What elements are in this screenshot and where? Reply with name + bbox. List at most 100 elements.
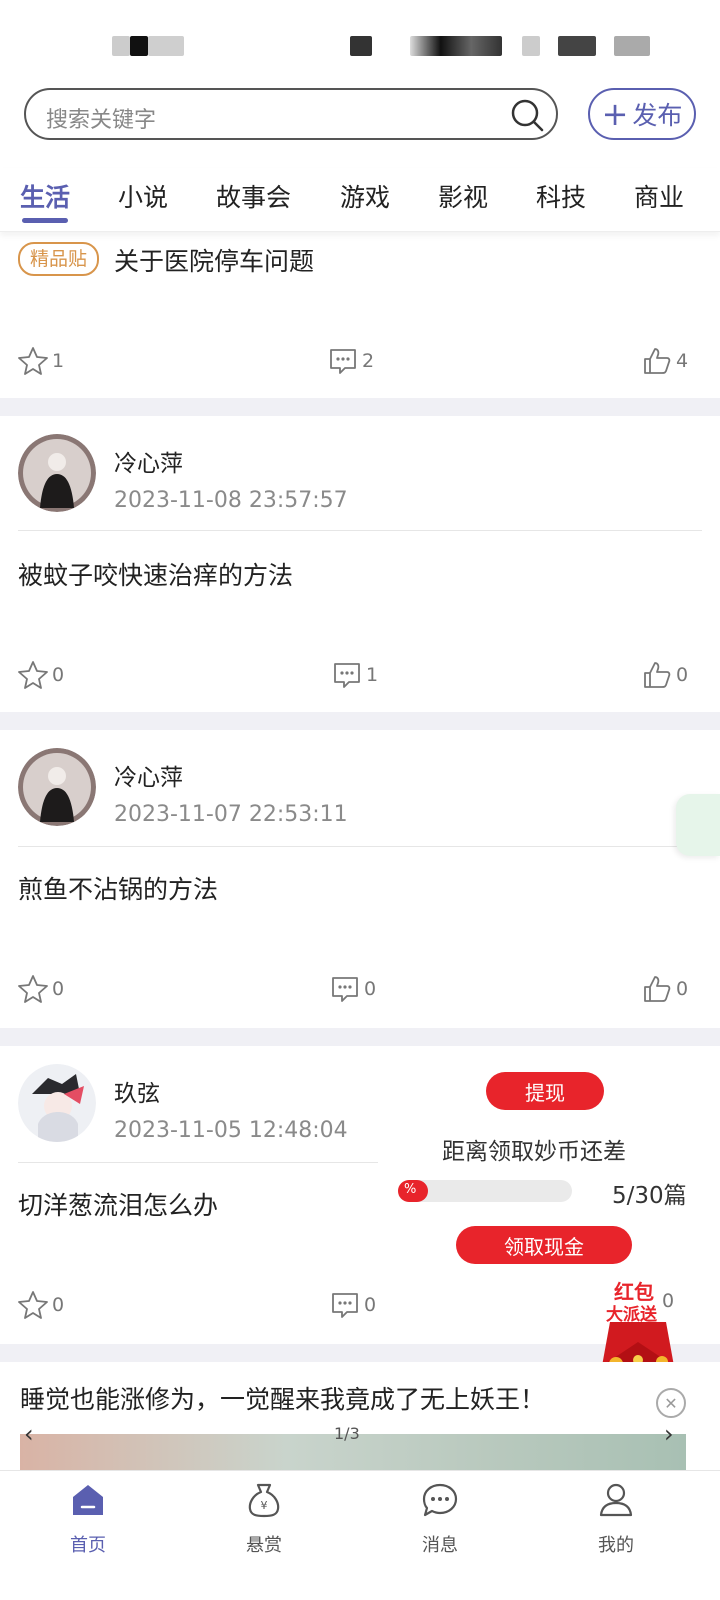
favorite-button[interactable]: 0: [18, 1290, 64, 1320]
money-bag-icon: ¥: [248, 1483, 280, 1518]
status-blob: [522, 36, 540, 56]
like-button[interactable]: 4: [642, 346, 688, 376]
post-card[interactable]: 精品贴 关于医院停车问题 1 2 4: [0, 232, 720, 398]
ad-title[interactable]: 睡觉也能涨修为，一觉醒来我竟成了无上妖王！: [20, 1380, 545, 1416]
comment-button[interactable]: 1: [332, 660, 378, 690]
home-icon: [73, 1485, 103, 1515]
bottom-navigation: 首页 ¥ 悬赏 消息 我的: [0, 1470, 720, 1600]
avatar[interactable]: [18, 1064, 96, 1142]
like-button[interactable]: 0: [642, 974, 688, 1004]
comment-count: 2: [362, 350, 375, 372]
comment-count: 0: [364, 1294, 377, 1316]
ad-banner[interactable]: 睡觉也能涨修为，一觉醒来我竟成了无上妖王！ ✕ ‹ 1/3 ›: [0, 1362, 720, 1472]
ad-prev-arrow[interactable]: ‹: [24, 1420, 34, 1448]
comment-icon: [330, 349, 356, 374]
reward-progress-text: 距离领取妙币还差: [442, 1139, 626, 1165]
comment-button[interactable]: 2: [328, 346, 374, 376]
progress-percent-symbol: %: [404, 1182, 417, 1197]
like-count: 0: [676, 978, 689, 1000]
like-count: 0: [676, 664, 689, 686]
comment-count: 1: [366, 664, 379, 686]
profile-icon: [599, 1483, 633, 1517]
favorite-count: 0: [52, 1294, 65, 1316]
nav-messages-label: 消息: [422, 1535, 458, 1556]
star-icon: [18, 347, 48, 375]
comment-icon: [332, 977, 358, 1002]
card-separator: [0, 712, 720, 730]
post-time: 2023-11-07 22:53:11: [114, 802, 348, 827]
nav-home[interactable]: 首页: [28, 1481, 148, 1557]
author-name[interactable]: 冷心萍: [114, 444, 183, 478]
featured-badge: 精品贴: [18, 242, 100, 276]
divider: [18, 846, 702, 847]
avatar[interactable]: [18, 748, 96, 826]
status-blob: [112, 36, 130, 56]
star-icon: [18, 975, 48, 1003]
thumbs-up-icon: [644, 348, 671, 374]
tab-game[interactable]: 游戏: [340, 178, 390, 214]
post-time: 2023-11-08 23:57:57: [114, 488, 348, 513]
search-placeholder: 搜索关键字: [46, 108, 157, 133]
post-title[interactable]: 切洋葱流泪怎么办: [18, 1186, 218, 1222]
withdraw-button[interactable]: 提现: [486, 1072, 604, 1110]
search-input[interactable]: 搜索关键字: [24, 88, 558, 140]
favorite-count: 1: [52, 350, 65, 372]
svg-text:¥: ¥: [261, 1499, 268, 1512]
tab-tech[interactable]: 科技: [536, 178, 586, 214]
message-icon: [422, 1483, 458, 1517]
post-title[interactable]: 煎鱼不沾锅的方法: [18, 870, 218, 906]
author-name[interactable]: 玖弦: [114, 1074, 160, 1108]
author-name[interactable]: 冷心萍: [114, 758, 183, 792]
status-bar: [0, 0, 720, 84]
tab-novel[interactable]: 小说: [118, 178, 168, 214]
status-blob: [148, 36, 184, 56]
tab-life[interactable]: 生活: [20, 178, 70, 214]
favorite-button[interactable]: 0: [18, 660, 64, 690]
nav-profile[interactable]: 我的: [556, 1481, 676, 1557]
ad-close-button[interactable]: ✕: [656, 1388, 686, 1418]
post-title[interactable]: 被蚊子咬快速治痒的方法: [18, 556, 293, 592]
comment-icon: [334, 663, 360, 688]
like-count: 4: [676, 350, 689, 372]
red-packet-widget[interactable]: 红包 大派送: [596, 1276, 680, 1372]
favorite-button[interactable]: 0: [18, 974, 64, 1004]
nav-bounty[interactable]: ¥ 悬赏: [204, 1481, 324, 1557]
post-time: 2023-11-05 12:48:04: [114, 1118, 348, 1143]
post-card[interactable]: 冷心萍 2023-11-08 23:57:57 被蚊子咬快速治痒的方法 0 1 …: [0, 416, 720, 712]
reward-popup: 提现 距离领取妙币还差 % 5/30篇 领取现金: [390, 1072, 710, 1272]
nav-messages[interactable]: 消息: [380, 1481, 500, 1557]
post-title[interactable]: 关于医院停车问题: [114, 242, 314, 278]
search-icon[interactable]: [510, 98, 544, 132]
like-button[interactable]: 0: [642, 660, 688, 690]
tab-business[interactable]: 商业: [634, 178, 684, 214]
status-blob: [410, 36, 502, 56]
tab-story[interactable]: 故事会: [216, 178, 291, 214]
status-blob: [130, 36, 148, 56]
reward-progress-bar: %: [398, 1180, 572, 1202]
plus-icon: +: [601, 95, 629, 133]
star-icon: [18, 661, 48, 689]
publish-button[interactable]: + 发布: [588, 88, 696, 140]
claim-cash-button[interactable]: 领取现金: [456, 1226, 632, 1264]
floating-side-tab[interactable]: [676, 794, 720, 856]
tab-film[interactable]: 影视: [438, 178, 488, 214]
status-blob: [558, 36, 596, 56]
comment-count: 0: [364, 978, 377, 1000]
post-card[interactable]: 冷心萍 2023-11-07 22:53:11 煎鱼不沾锅的方法 0 0 0: [0, 730, 720, 1028]
thumbs-up-icon: [644, 662, 671, 688]
comment-button[interactable]: 0: [330, 1290, 376, 1320]
divider: [18, 530, 702, 531]
favorite-count: 0: [52, 664, 65, 686]
search-row: 搜索关键字 + 发布: [0, 84, 720, 148]
comment-button[interactable]: 0: [330, 974, 376, 1004]
nfc-icon: [350, 36, 372, 56]
ad-next-arrow[interactable]: ›: [664, 1420, 674, 1448]
divider: [18, 1162, 378, 1163]
category-tabs: 生活 小说 故事会 游戏 影视 科技 商业: [0, 168, 720, 232]
favorite-button[interactable]: 1: [18, 346, 64, 376]
star-icon: [18, 1291, 48, 1319]
ad-page-indicator: 1/3: [334, 1424, 360, 1443]
favorite-count: 0: [52, 978, 65, 1000]
avatar[interactable]: [18, 434, 96, 512]
publish-label: 发布: [632, 101, 683, 130]
